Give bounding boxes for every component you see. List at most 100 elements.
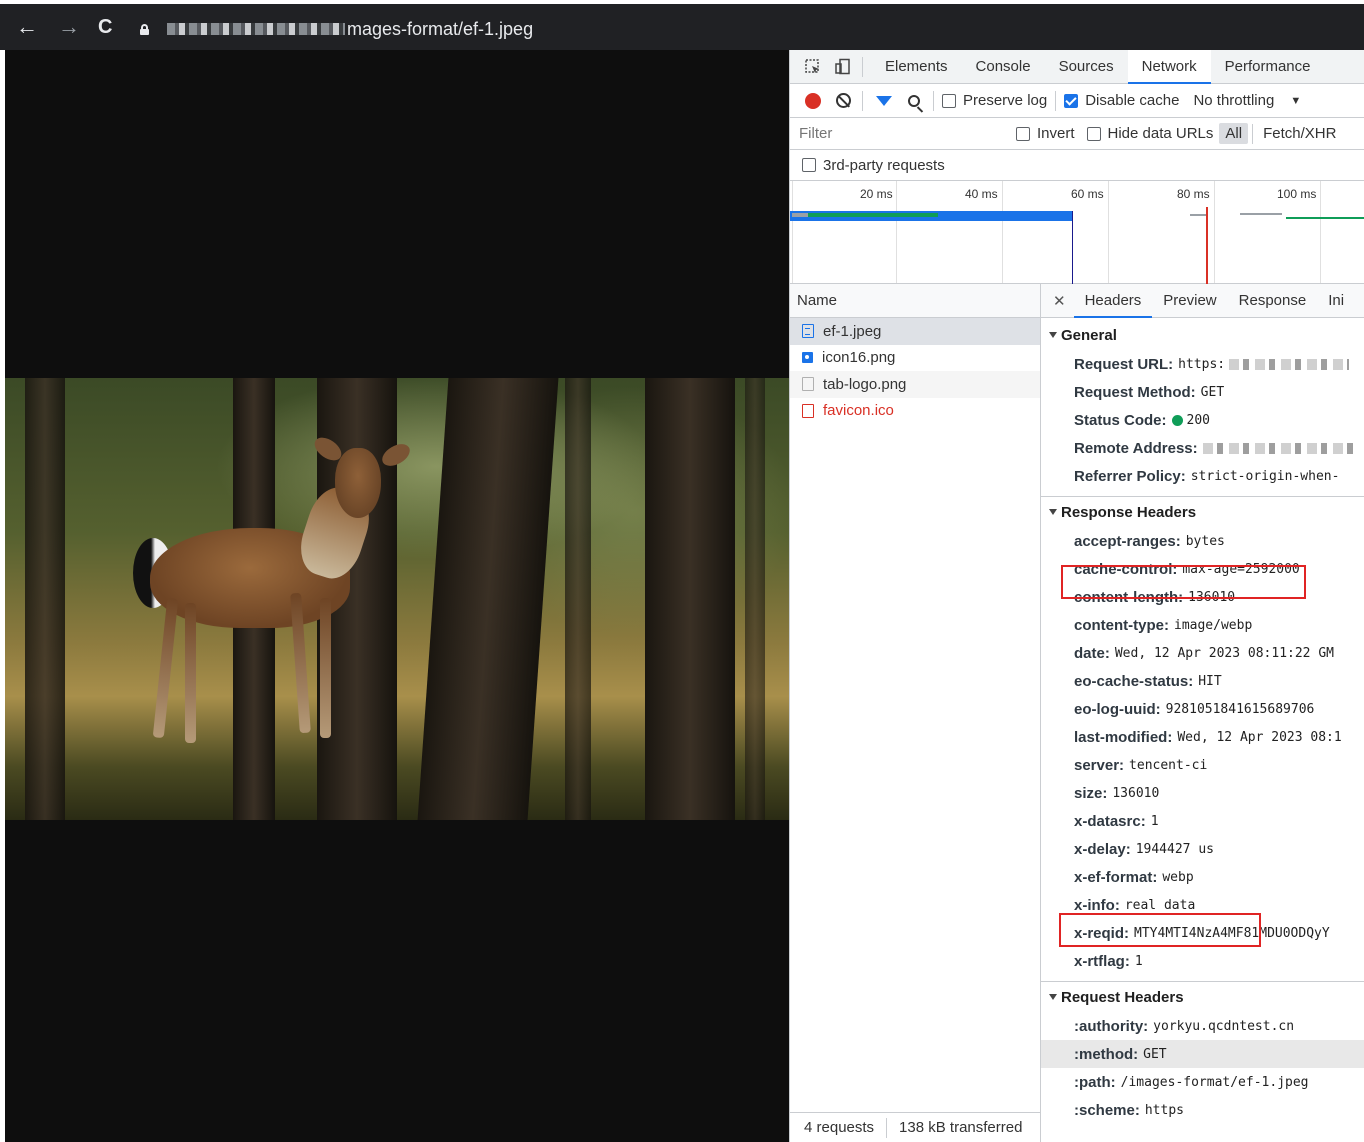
waterfall-bar	[792, 213, 808, 217]
redacted-host	[167, 23, 345, 35]
tab-elements[interactable]: Elements	[871, 50, 962, 84]
address-bar[interactable]: mages-format/ef-1.jpeg	[140, 16, 533, 42]
header-row: Request Method: GET	[1074, 383, 1225, 401]
header-row: :method: GET	[1041, 1040, 1364, 1068]
page-viewport	[0, 50, 789, 1142]
header-key: x-info:	[1074, 896, 1120, 914]
browser-toolbar: ← → C mages-format/ef-1.jpeg	[0, 0, 1364, 50]
header-value: https	[1144, 1102, 1184, 1118]
preserve-log-checkbox[interactable]: Preserve log	[942, 92, 1047, 109]
forward-arrow-icon[interactable]: →	[58, 16, 80, 38]
filter-fetch-xhr[interactable]: Fetch/XHR	[1257, 123, 1342, 144]
header-value: image/webp	[1174, 617, 1253, 633]
clear-icon[interactable]	[832, 90, 854, 112]
disable-cache-checkbox[interactable]: Disable cache	[1064, 92, 1179, 109]
tab-network[interactable]: Network	[1127, 49, 1211, 84]
third-party-checkbox[interactable]: 3rd-party requests	[802, 157, 945, 174]
network-overview[interactable]: 20 ms 40 ms 60 ms 80 ms 100 ms	[790, 180, 1364, 285]
header-row: :scheme: https	[1041, 1096, 1364, 1124]
tick-label: 60 ms	[1071, 187, 1104, 201]
request-list: Name ef-1.jpeg icon16.png tab-logo.png f…	[790, 284, 1041, 1142]
header-key: content-length:	[1074, 588, 1184, 606]
header-value: webp	[1162, 869, 1194, 885]
invert-checkbox[interactable]: Invert	[1016, 125, 1075, 142]
header-row: x-reqid: MTY4MTI4NzA4MF81MDU0ODQyY	[1041, 919, 1364, 947]
header-row: x-delay: 1944427 us	[1041, 835, 1364, 863]
network-split: Name ef-1.jpeg icon16.png tab-logo.png f…	[790, 284, 1364, 1142]
status-ok-icon	[1171, 414, 1183, 426]
header-value: real data	[1124, 897, 1196, 913]
header-value: 1	[1134, 953, 1143, 969]
header-row: x-datasrc: 1	[1041, 807, 1364, 835]
tab-headers[interactable]: Headers	[1073, 284, 1153, 318]
image-icon	[802, 352, 813, 364]
hide-data-urls-checkbox[interactable]: Hide data URLs	[1086, 125, 1213, 142]
general-section-header[interactable]: General	[1041, 320, 1364, 350]
filter-funnel-icon[interactable]	[873, 90, 895, 112]
header-row: server: tencent-ci	[1041, 751, 1364, 779]
device-toggle-icon[interactable]	[832, 56, 854, 78]
header-row: Request URL: https:	[1041, 350, 1364, 378]
expand-triangle-icon	[1049, 994, 1057, 1000]
expand-triangle-icon	[1049, 332, 1057, 338]
header-value: yorkyu.qcdntest.cn	[1153, 1018, 1295, 1034]
filter-bar: Invert Hide data URLs All Fetch/XHR	[790, 118, 1364, 150]
throttling-select[interactable]: No throttling ▼	[1193, 92, 1301, 109]
tab-performance[interactable]: Performance	[1211, 50, 1325, 84]
name-column-header[interactable]: Name	[790, 284, 1040, 318]
search-icon[interactable]	[903, 90, 925, 112]
header-key: eo-cache-status:	[1074, 672, 1194, 690]
header-row: Remote Address:	[1041, 434, 1364, 462]
header-row: Status Code: 200	[1074, 411, 1210, 429]
header-key: server:	[1074, 756, 1125, 774]
header-row: eo-log-uuid: 9281051841615689706	[1041, 695, 1364, 723]
list-item[interactable]: favicon.ico	[790, 398, 1040, 425]
list-item[interactable]: ef-1.jpeg	[790, 318, 1040, 345]
header-row: x-info: real data	[1041, 891, 1364, 919]
devtools-panel: Elements Console Sources Network Perform…	[789, 49, 1364, 1142]
header-row: size: 136010	[1041, 779, 1364, 807]
header-row: content-length: 136010	[1041, 583, 1364, 611]
header-row: :authority: yorkyu.qcdntest.cn	[1041, 1012, 1364, 1040]
lock-icon	[140, 23, 149, 35]
header-value: 1	[1150, 813, 1159, 829]
header-key: x-ef-format:	[1074, 868, 1158, 886]
list-item[interactable]: icon16.png	[790, 345, 1040, 372]
tab-initiator[interactable]: Ini	[1317, 284, 1355, 318]
tab-sources[interactable]: Sources	[1045, 50, 1128, 84]
detail-tabbar: ✕ Headers Preview Response Ini	[1041, 284, 1364, 318]
response-headers-section-header[interactable]: Response Headers	[1041, 497, 1364, 527]
tab-preview[interactable]: Preview	[1152, 284, 1227, 318]
list-item[interactable]: tab-logo.png	[790, 371, 1040, 398]
file-icon	[802, 377, 814, 392]
header-row: last-modified: Wed, 12 Apr 2023 08:1	[1041, 723, 1364, 751]
header-value: GET	[1143, 1046, 1167, 1062]
back-arrow-icon[interactable]: ←	[16, 16, 38, 38]
request-headers-section-header[interactable]: Request Headers	[1041, 982, 1364, 1012]
reload-icon[interactable]: C	[98, 16, 112, 38]
header-row: :path:/images-format/ef-1.jpeg	[1041, 1068, 1364, 1096]
dropdown-arrow-icon: ▼	[1290, 94, 1302, 107]
inspect-element-icon[interactable]	[802, 56, 824, 78]
waterfall-bar	[1286, 217, 1364, 219]
record-icon[interactable]	[802, 90, 824, 112]
header-value: 136010	[1188, 589, 1236, 605]
status-summary: 4 requests 138 kB transferred	[790, 1112, 1040, 1142]
header-row: accept-ranges: bytes	[1041, 527, 1364, 555]
header-key: size:	[1074, 784, 1108, 802]
header-key: accept-ranges:	[1074, 532, 1181, 550]
header-key: date:	[1074, 644, 1110, 662]
header-key: x-rtflag:	[1074, 952, 1130, 970]
header-value: Wed, 12 Apr 2023 08:1	[1177, 729, 1342, 745]
header-key: x-delay:	[1074, 840, 1131, 858]
header-key: content-type:	[1074, 616, 1169, 634]
filter-input[interactable]	[794, 121, 998, 146]
load-line	[1206, 207, 1208, 285]
tab-response[interactable]: Response	[1228, 284, 1318, 318]
header-key: eo-log-uuid:	[1074, 700, 1161, 718]
close-icon[interactable]: ✕	[1041, 292, 1074, 310]
header-row: cache-control: max-age=2592000	[1041, 555, 1364, 583]
filter-all[interactable]: All	[1219, 123, 1249, 144]
header-value: HIT	[1198, 673, 1222, 689]
tab-console[interactable]: Console	[962, 50, 1045, 84]
